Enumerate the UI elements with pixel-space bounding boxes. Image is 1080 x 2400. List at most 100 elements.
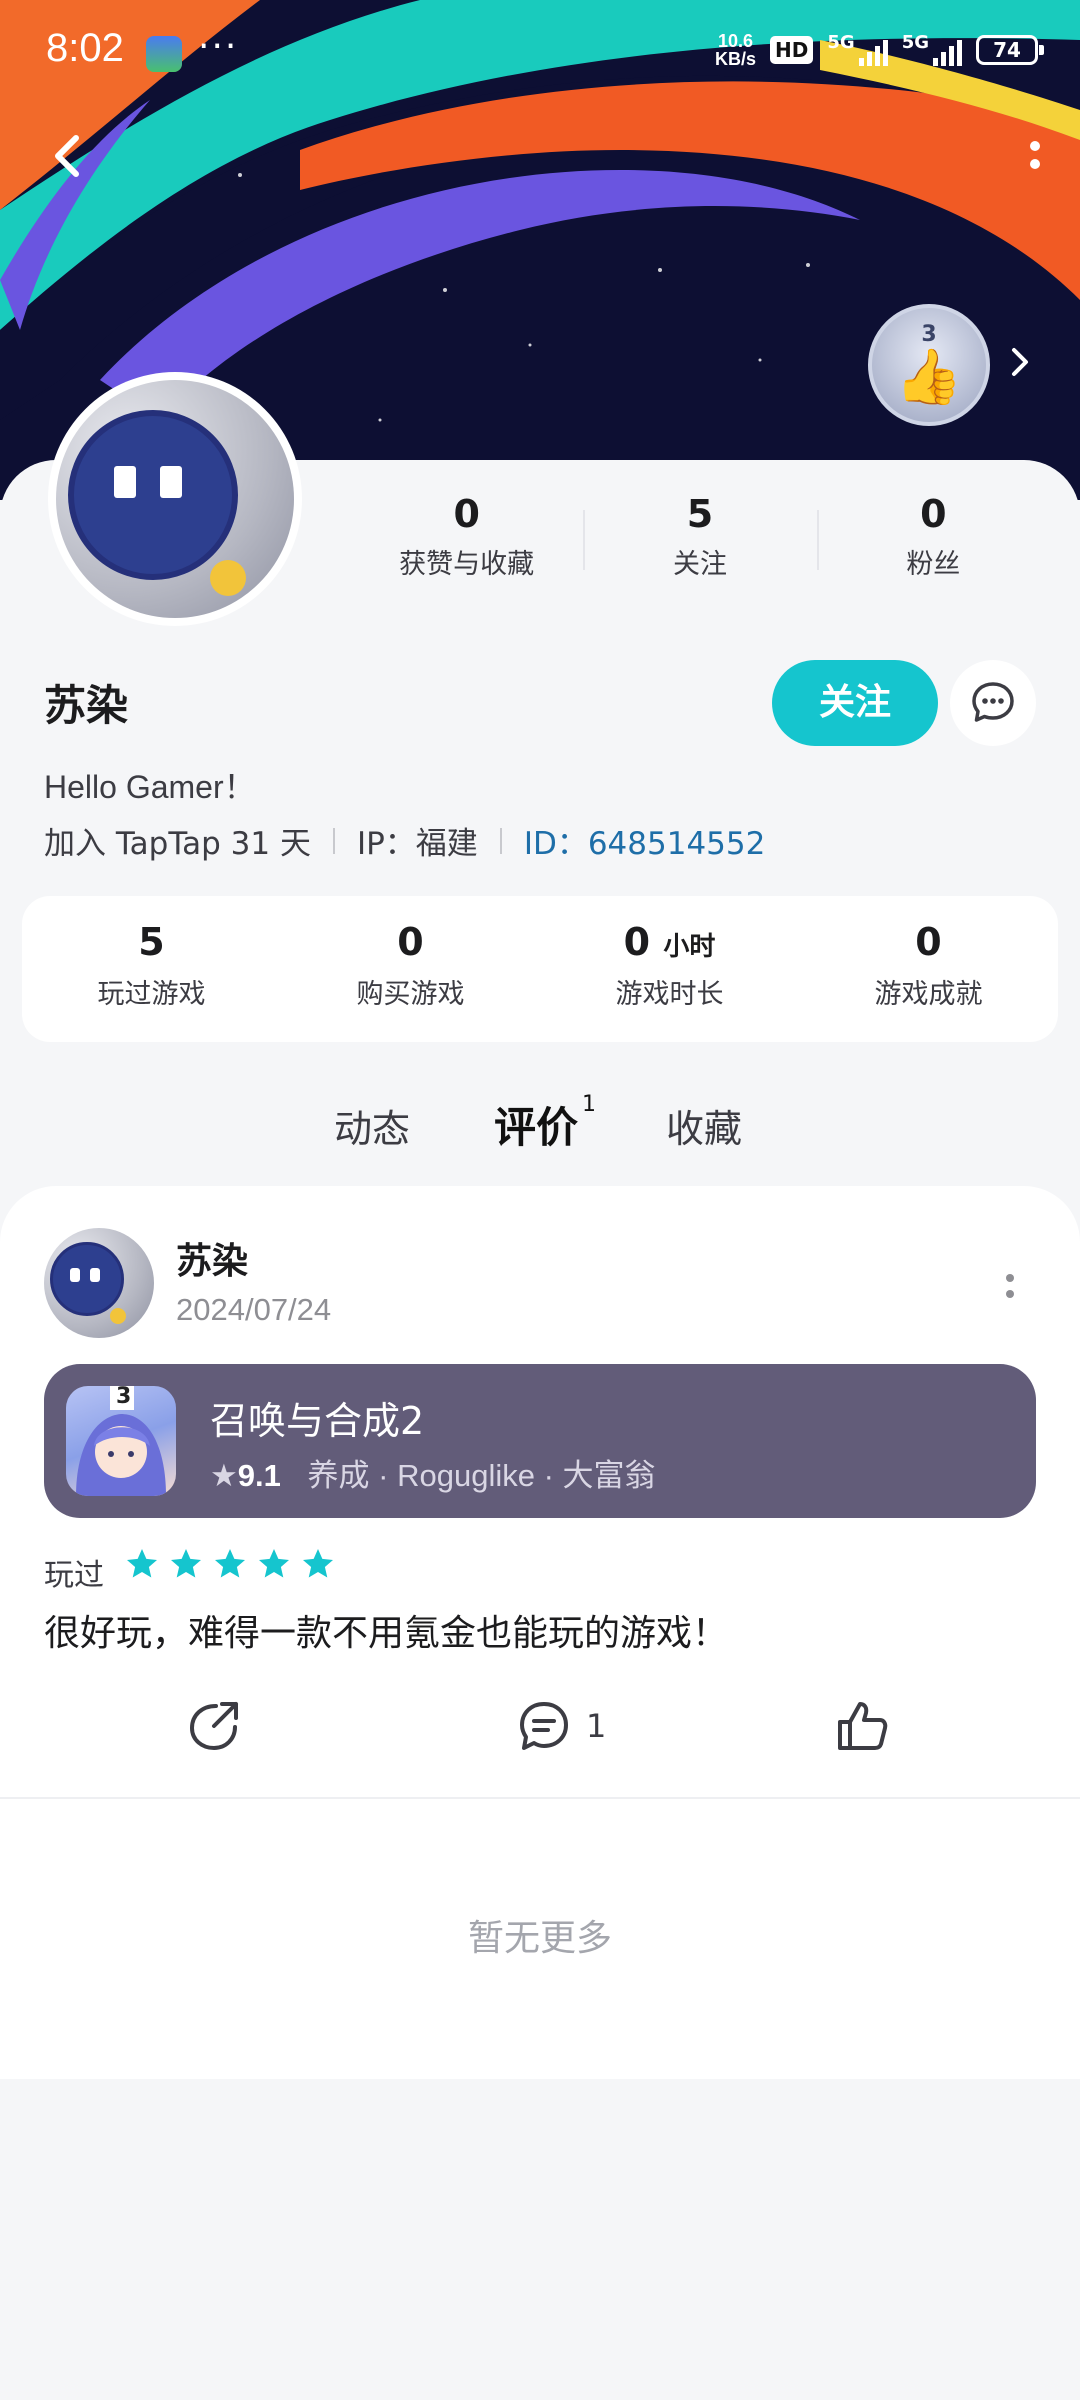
rating-stars — [124, 1546, 336, 1582]
game-meta: ★9.1 养成 · Roguglike · 大富翁 — [210, 1450, 656, 1495]
review-author-avatar[interactable] — [44, 1228, 154, 1338]
achievement-badge[interactable]: 3 👍 — [868, 304, 990, 426]
join-info: 加入 TapTap 31 天 — [44, 826, 311, 862]
review-author-name[interactable]: 苏染 — [176, 1232, 248, 1284]
review-text: 很好玩，难得一款不用氪金也能玩的游戏！ — [44, 1613, 729, 1654]
stat-play-time-unit: 小时 — [663, 932, 716, 962]
robot-eye-right — [160, 466, 182, 498]
review-date: 2024/07/24 — [176, 1292, 332, 1327]
stat-likes-value: 0 — [453, 492, 480, 536]
network-speed: 10.6 KB/s — [715, 32, 756, 68]
robot-dot — [210, 560, 246, 596]
tab-favorites-label: 收藏 — [666, 1107, 743, 1151]
message-button[interactable] — [950, 660, 1036, 746]
stat-play-time-label: 游戏时长 — [615, 979, 724, 1010]
stat-purchased-value: 0 — [397, 920, 424, 964]
tag-separator: · — [543, 1458, 563, 1493]
network-speed-unit: KB/s — [715, 49, 757, 69]
star-icon — [215, 1549, 245, 1578]
star-icon — [259, 1549, 289, 1578]
social-stats: 0 获赞与收藏 5 关注 0 粉丝 — [350, 492, 1050, 592]
username: 苏染 — [44, 681, 129, 730]
stat-purchased-label: 购买游戏 — [356, 979, 465, 1010]
network-type-2: 5G — [901, 32, 929, 53]
played-label: 玩过 — [44, 1558, 104, 1593]
game-tag: 养成 — [307, 1458, 370, 1493]
game-title: 召唤与合成2 — [210, 1399, 425, 1443]
bio: Hello Gamer！ — [44, 769, 256, 805]
tab-reviews[interactable]: 评价 1 — [494, 1092, 596, 1155]
tab-favorites[interactable]: 收藏 — [666, 1098, 742, 1153]
robot-face — [68, 410, 238, 580]
star-icon: ★ — [210, 1458, 238, 1493]
star-icon — [303, 1549, 333, 1578]
stat-achievements-label: 游戏成就 — [874, 979, 983, 1010]
user-id[interactable]: ID：648514552 — [524, 818, 766, 863]
review-card[interactable]: 苏染 2024/07/24 3 召唤与合成2 ★9.1 养成 · Rogugli… — [0, 1186, 1080, 1798]
game-tag: Roguglike — [397, 1458, 535, 1493]
comment-icon — [520, 1702, 568, 1750]
status-time: 8:02 — [46, 26, 124, 70]
tab-feed-label: 动态 — [334, 1107, 411, 1151]
more-vertical-icon[interactable] — [1020, 136, 1050, 176]
chat-icon — [972, 682, 1014, 722]
status-bar: 8:02 ··· 10.6 KB/s HD 5G 5G 74 — [0, 0, 1080, 108]
chevron-right-icon[interactable] — [1000, 342, 1040, 382]
star-icon — [127, 1549, 157, 1578]
no-more-text: 暂无更多 — [467, 1918, 612, 1959]
stat-following[interactable]: 5 关注 — [583, 492, 816, 592]
ip-location: IP：福建 — [356, 826, 478, 862]
stat-played-label: 玩过游戏 — [97, 979, 206, 1010]
profile-page: 8:02 ··· 10.6 KB/s HD 5G 5G 74 3 👍 0 获赞与… — [0, 0, 1080, 2400]
avatar[interactable] — [48, 372, 302, 626]
stat-purchased-games[interactable]: 0 购买游戏 — [281, 896, 540, 1042]
stat-played-games[interactable]: 5 玩过游戏 — [22, 896, 281, 1042]
stat-achievements[interactable]: 0 游戏成就 — [799, 896, 1058, 1042]
hd-voice-icon: HD — [770, 36, 814, 64]
tab-feed[interactable]: 动态 — [334, 1098, 410, 1153]
signal-icon-2 — [933, 34, 962, 66]
stat-played-value: 5 — [138, 920, 165, 964]
comment-count: 1 — [586, 1707, 607, 1745]
game-tag: 大富翁 — [562, 1458, 656, 1493]
stat-play-time[interactable]: 0 小时 游戏时长 — [540, 896, 799, 1042]
thumbs-up-badge-icon: 👍 — [895, 345, 963, 408]
review-more-icon[interactable] — [990, 1266, 1030, 1306]
tag-separator: · — [378, 1458, 398, 1493]
comment-button[interactable]: 1 — [516, 1698, 606, 1754]
more-notifications-icon: ··· — [198, 26, 239, 67]
notification-app-icon — [146, 36, 182, 72]
meta-divider — [499, 827, 502, 854]
stat-likes-label: 获赞与收藏 — [399, 549, 535, 580]
back-icon[interactable] — [40, 128, 96, 184]
like-button[interactable] — [834, 1698, 890, 1754]
robot-dot — [110, 1308, 126, 1324]
stat-following-value: 5 — [686, 492, 714, 536]
share-button[interactable] — [186, 1698, 242, 1754]
meta-divider — [332, 827, 335, 854]
game-rating: 9.1 — [237, 1458, 281, 1493]
stat-followers[interactable]: 0 粉丝 — [816, 492, 1050, 592]
robot-eye-left — [70, 1268, 80, 1282]
follow-button[interactable]: 关注 — [772, 660, 938, 746]
content-tabs: 动态 评价 1 收藏 — [0, 1090, 1080, 1170]
game-icon: 3 — [66, 1386, 176, 1496]
stat-followers-value: 0 — [920, 492, 947, 536]
share-icon — [189, 1702, 238, 1751]
review-actions: 1 — [0, 1698, 1080, 1778]
game-icon-badge: 3 — [116, 1386, 132, 1409]
tab-reviews-label: 评价 — [494, 1103, 579, 1152]
network-speed-value: 10.6 — [718, 31, 754, 51]
stat-achievements-value: 0 — [915, 920, 942, 964]
stat-likes[interactable]: 0 获赞与收藏 — [350, 492, 583, 592]
battery-icon: 74 — [976, 35, 1044, 65]
game-stats-box: 5 玩过游戏 0 购买游戏 0 小时 游戏时长 0 游戏成就 — [22, 896, 1058, 1042]
profile-meta: 加入 TapTap 31 天 IP：福建 ID：648514552 — [44, 818, 765, 863]
list-end: 暂无更多 — [0, 1799, 1080, 2079]
game-card[interactable]: 3 召唤与合成2 ★9.1 养成 · Roguglike · 大富翁 — [44, 1364, 1036, 1518]
signal-icon-1 — [858, 34, 888, 66]
stat-following-label: 关注 — [672, 549, 727, 580]
badge-count: 3 — [921, 322, 937, 347]
network-type-1: 5G — [827, 32, 855, 53]
stat-followers-label: 粉丝 — [906, 549, 961, 580]
